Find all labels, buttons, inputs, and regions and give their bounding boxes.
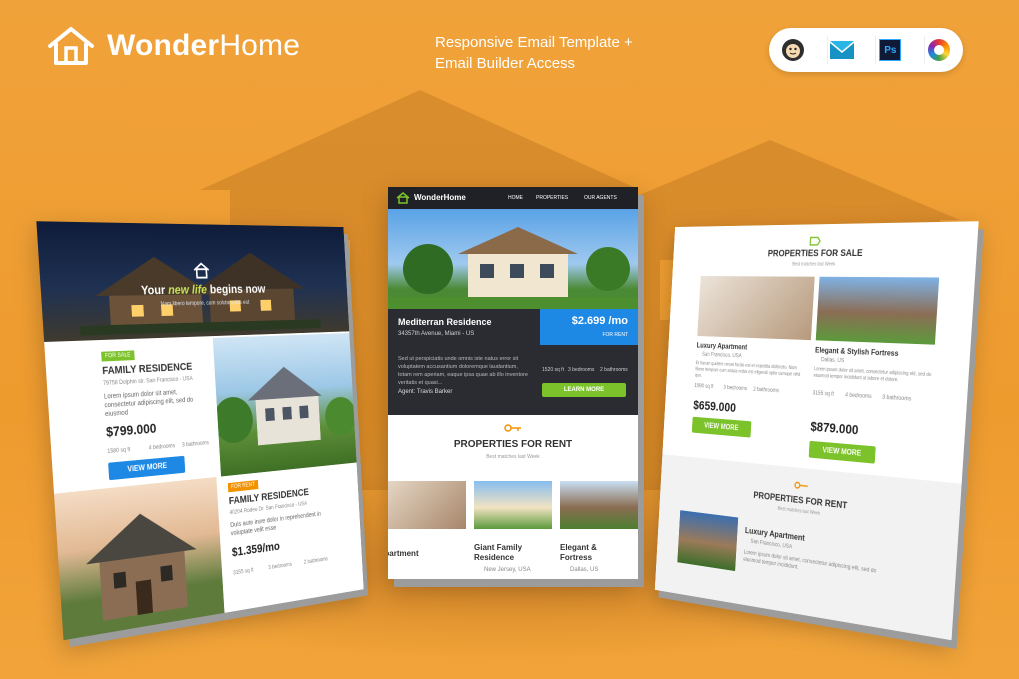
property-bedrooms: 3 bedrooms <box>723 385 747 392</box>
property-price: $1.359/mo <box>232 539 281 559</box>
tile-title-line-2: Fortress <box>560 553 597 563</box>
tile-image <box>388 481 466 529</box>
property-image <box>54 477 225 640</box>
listing-price-box: $2.699 /mo FOR RENT <box>540 309 638 345</box>
property-description: Et harum quidem rerum facilis est et exp… <box>695 361 802 386</box>
tagline: Responsive Email Template + Email Builde… <box>435 32 695 74</box>
tile-title-line-1: Giant Family <box>474 543 522 553</box>
property-bathrooms: 3 bathrooms <box>182 441 209 449</box>
section-title: PROPERTIES FOR RENT <box>388 439 638 450</box>
listing-title: Mediterran Residence <box>398 317 492 327</box>
tile-title: Giant Family Residence <box>474 543 522 563</box>
property-location: San Francisco, USA <box>702 352 742 359</box>
property-bedrooms: 4 bedrooms <box>845 393 872 400</box>
nav-properties[interactable]: PROPERTIES <box>536 195 568 201</box>
property-title: Elegant & Stylish Fortress <box>815 346 899 358</box>
status-badge: FOR RENT <box>228 480 258 492</box>
brand-name-bold: Wonder <box>107 29 219 62</box>
property-image <box>697 276 814 340</box>
property-bedrooms: 3 bedrooms <box>268 562 292 571</box>
brand-logo[interactable]: WonderHome <box>47 26 300 66</box>
property-price: $879.000 <box>810 419 859 438</box>
compatible-tools: Ps <box>769 28 963 72</box>
brand-name: WonderHome <box>107 29 300 63</box>
section-subtitle: Best matches last Week <box>388 454 638 460</box>
tile-image <box>474 481 552 529</box>
tagline-line-2: Email Builder Access <box>435 53 695 74</box>
property-title: FAMILY RESIDENCE <box>102 361 193 377</box>
listing-bedrooms: 3 bedrooms <box>568 367 594 373</box>
key-icon <box>794 480 809 491</box>
tile-title: Luxury Apartment <box>388 549 419 558</box>
property-description: Lorem ipsum dolor sit amet, consectetur … <box>104 387 206 419</box>
email-preview-left: Your new life begins now Nam libero temp… <box>36 221 363 640</box>
listing-price: $2.699 /mo <box>572 315 628 327</box>
property-area: 1580 sq ft <box>694 383 713 389</box>
property-bathrooms: 3 bathrooms <box>882 395 911 403</box>
property-title: Luxury Apartment <box>697 341 748 351</box>
campaign-monitor-icon <box>827 36 856 64</box>
tagline-line-1: Responsive Email Template + <box>435 32 695 53</box>
property-description: Lorem ipsum dolor sit amet, consectetur … <box>813 366 933 386</box>
listing-bathrooms: 2 bathrooms <box>600 367 628 373</box>
property-bathrooms: 2 bathrooms <box>753 387 779 394</box>
hero-title-post: begins now <box>207 282 266 296</box>
status-badge: FOR SALE <box>101 350 134 361</box>
house-icon <box>192 262 211 279</box>
hero-title-emphasis: new life <box>168 282 208 297</box>
email-brand: WonderHome <box>414 193 466 202</box>
listing-info-bar: Mediterran Residence 34357th Avenue, Mia… <box>388 309 540 345</box>
learn-more-button[interactable]: LEARN MORE <box>542 383 626 397</box>
property-address: 79758 Dolphin str. San Francisco - USA <box>103 376 193 387</box>
mailchimp-icon <box>779 36 807 64</box>
property-area: 1580 sq ft <box>107 447 130 455</box>
view-more-button[interactable]: VIEW MORE <box>108 456 185 480</box>
property-image <box>677 510 738 571</box>
tile-title: Elegant & Fortress <box>560 543 597 563</box>
email-preview-center: WonderHome HOME PROPERTIES OUR AGENTS Me… <box>388 187 638 579</box>
listing-agent: Agent: Travis Barker <box>398 389 452 395</box>
property-image <box>816 277 939 345</box>
house-icon <box>47 26 95 66</box>
property-area: 3155 sq ft <box>812 391 834 398</box>
property-bedrooms: 4 bedrooms <box>149 443 176 451</box>
email-navbar: WonderHome HOME PROPERTIES OUR AGENTS <box>388 187 638 209</box>
property-location: San Francisco, USA <box>750 539 792 550</box>
section-subtitle: Best matches last Week <box>673 262 976 268</box>
listing-details: Sed ut perspiciatis unde omnis iste natu… <box>388 345 638 415</box>
house-icon <box>396 192 410 204</box>
tile-location: Dallas, US <box>570 567 598 573</box>
property-area: 3155 sq ft <box>233 568 254 577</box>
property-image <box>213 333 357 476</box>
listing-description: Sed ut perspiciatis unde omnis iste natu… <box>398 355 528 387</box>
tag-icon <box>808 235 822 246</box>
property-location: Dallas, US <box>821 357 845 364</box>
email-preview-right: PROPERTIES FOR SALE Best matches last We… <box>655 221 979 640</box>
nav-our-agents[interactable]: OUR AGENTS <box>584 195 617 201</box>
tile-title-line-1: Elegant & <box>560 543 597 553</box>
tile-location: New Jersey, USA <box>484 567 531 573</box>
listing-price-type: FOR RENT <box>602 332 628 338</box>
property-price: $659.000 <box>693 397 736 414</box>
nav-home[interactable]: HOME <box>508 195 523 201</box>
view-more-button[interactable]: VIEW MORE <box>809 441 876 464</box>
listing-hero-image <box>388 209 638 309</box>
brand-name-light: Home <box>219 29 300 62</box>
property-bathrooms: 2 bathrooms <box>304 557 328 566</box>
tile-title-line-2: Residence <box>474 553 522 563</box>
photoshop-icon: Ps <box>875 36 904 64</box>
photoshop-label: Ps <box>879 39 901 61</box>
listing-area: 1520 sq ft <box>542 367 564 373</box>
property-price: $799.000 <box>106 420 157 439</box>
hero-banner: Your new life begins now Nam libero temp… <box>36 221 349 342</box>
tile-image <box>560 481 638 529</box>
hero-title-pre: Your <box>141 283 169 298</box>
property-description: Lorem ipsum dolor sit amet, consectetur … <box>743 549 897 586</box>
listing-address: 34357th Avenue, Miami - US <box>398 331 474 337</box>
key-icon <box>504 423 522 433</box>
view-more-button[interactable]: VIEW MORE <box>692 417 752 438</box>
section-title: PROPERTIES FOR SALE <box>673 247 977 259</box>
color-wheel-icon <box>924 36 953 64</box>
